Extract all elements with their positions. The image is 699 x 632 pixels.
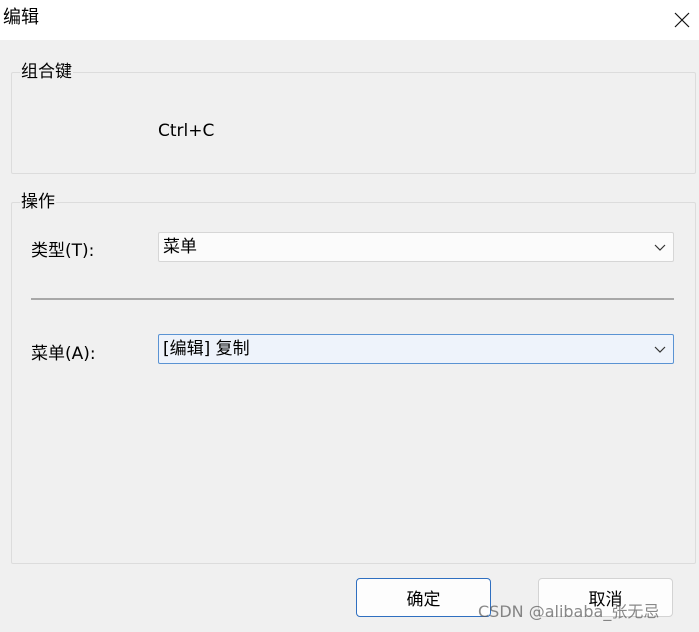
divider [31,298,674,300]
hotkey-group-title: 组合键 [20,61,73,83]
menu-label: 菜单(A): [31,344,96,364]
action-group: 操作 类型(T): 菜单 菜单(A): [编辑] 复制 [11,191,696,564]
action-group-title: 操作 [20,191,56,213]
menu-select[interactable]: [编辑] 复制 [158,334,674,364]
title-bar: 编辑 [0,0,699,40]
type-select-value: 菜单 [163,237,197,257]
chevron-down-icon [654,346,666,353]
window-title: 编辑 [3,7,39,28]
type-select[interactable]: 菜单 [158,232,674,262]
hotkey-value: Ctrl+C [158,121,215,141]
cancel-button[interactable]: 取消 [538,578,673,617]
chevron-down-icon [654,244,666,251]
close-button[interactable] [665,0,699,40]
ok-button[interactable]: 确定 [356,578,491,617]
type-label: 类型(T): [31,241,95,261]
menu-select-value: [编辑] 复制 [163,339,250,359]
hotkey-group: 组合键 Ctrl+C [11,61,696,174]
close-icon [674,12,690,28]
